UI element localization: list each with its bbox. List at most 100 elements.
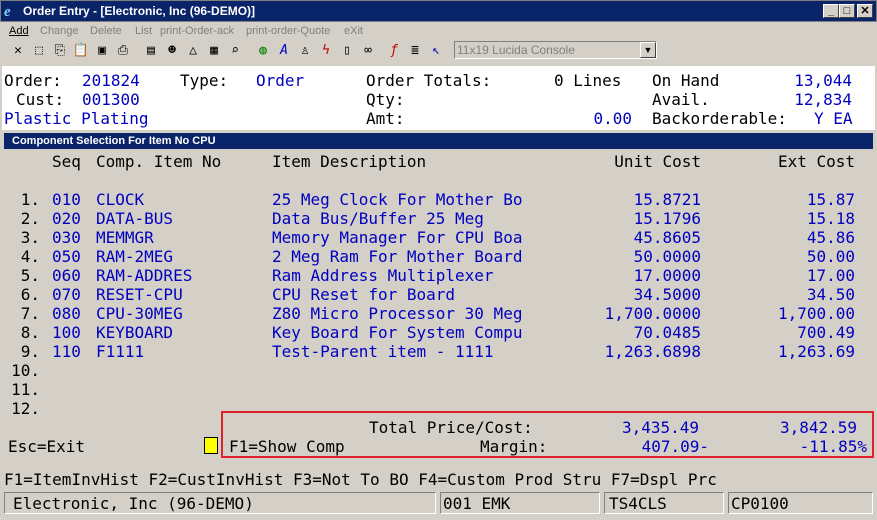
row-ext-cost: 45.86 xyxy=(806,228,855,247)
function-key-bar: F1=ItemInvHist F2=CustInvHist F3=Not To … xyxy=(0,468,877,490)
lightning-icon[interactable]: ϟ xyxy=(316,41,336,61)
row-description: Z80 Micro Processor 30 Meg xyxy=(272,304,523,323)
row-number: 10. xyxy=(11,361,40,380)
row-seq: 020 xyxy=(52,209,81,228)
status-company-pane: Electronic, Inc (96-DEMO) xyxy=(4,492,436,514)
note-icon[interactable]: ▤ xyxy=(141,41,161,61)
status-terminal: TS4CLS xyxy=(609,494,667,513)
customer-name: Plastic Plating xyxy=(4,109,149,128)
row-seq: 070 xyxy=(52,285,81,304)
yellow-indicator xyxy=(204,437,218,454)
row-description: 2 Meg Ram For Mother Board xyxy=(272,247,523,266)
font-icon[interactable]: A xyxy=(274,41,294,61)
row-comp-item: DATA-BUS xyxy=(96,209,174,228)
clipboard-icon[interactable]: ▣ xyxy=(92,41,112,61)
status-terminal-pane: TS4CLS xyxy=(604,492,724,514)
toolbar: ✕ ⬚ ⎘ 📋 ▣ ⎙ ▤ ☻ △ ▦ ⌕ ◍ A ♙ ϟ ▯ ∞ ƒ ≣ ↖ xyxy=(0,40,877,62)
row-number: 9. xyxy=(20,342,40,361)
customer-number[interactable]: 001300 xyxy=(82,90,140,109)
backorderable-value: Y EA xyxy=(814,109,853,128)
row-ext-cost: 700.49 xyxy=(797,323,855,342)
row-ext-cost: 1,263.69 xyxy=(777,342,855,361)
on-hand-value: 13,044 xyxy=(794,71,852,90)
chevron-down-icon[interactable]: ▼ xyxy=(640,42,656,58)
person-icon[interactable]: ♙ xyxy=(295,41,315,61)
menu-print-order-ack[interactable]: print-Order-ack xyxy=(160,25,234,37)
row-comp-item: CLOCK xyxy=(96,190,145,209)
help-pointer-icon[interactable]: ↖ xyxy=(426,41,446,61)
row-ext-cost: 34.50 xyxy=(806,285,855,304)
total-cost: 3,842.59 xyxy=(779,418,857,437)
row-comp-item: RAM-2MEG xyxy=(96,247,174,266)
menu-exit[interactable]: eXit xyxy=(344,25,363,37)
row-comp-item: F1111 xyxy=(96,342,145,361)
menu-delete[interactable]: Delete xyxy=(90,25,122,37)
link-icon[interactable]: ∞ xyxy=(358,41,378,61)
row-number: 7. xyxy=(20,304,40,323)
row-ext-cost: 15.18 xyxy=(806,209,855,228)
copy-icon[interactable]: ⎘ xyxy=(50,41,70,61)
app-logo-icon: e xyxy=(4,4,11,20)
search-icon[interactable]: ⌕ xyxy=(225,41,245,61)
margin-percent: -11.85% xyxy=(799,437,867,456)
row-comp-item: MEMMGR xyxy=(96,228,154,247)
row-unit-cost: 15.1796 xyxy=(633,209,701,228)
order-type[interactable]: Order xyxy=(256,71,304,90)
status-user: 001 EMK xyxy=(443,494,511,513)
minimize-button[interactable]: _ xyxy=(823,4,839,18)
menu-list[interactable]: List xyxy=(135,25,152,37)
total-price-cost-label: Total Price/Cost: xyxy=(369,418,533,437)
function-icon[interactable]: ƒ xyxy=(384,41,404,61)
row-comp-item: CPU-30MEG xyxy=(96,304,183,323)
menu-add[interactable]: Add xyxy=(9,25,29,37)
user-icon[interactable]: ☻ xyxy=(162,41,182,61)
order-number[interactable]: 201824 xyxy=(82,71,140,90)
totals-box: Total Price/Cost: 3,435.49 3,842.59 F1=S… xyxy=(221,411,874,458)
list-icon[interactable]: ≣ xyxy=(405,41,425,61)
status-program: CP0100 xyxy=(731,494,789,513)
warning-icon[interactable]: △ xyxy=(183,41,203,61)
amt-value: 0.00 xyxy=(593,109,632,128)
lines-count: 0 Lines xyxy=(554,71,622,90)
document-icon[interactable]: ▯ xyxy=(337,41,357,61)
row-number: 4. xyxy=(20,247,40,266)
margin-amount: 407.09- xyxy=(641,437,709,456)
menu-print-order-quote[interactable]: print-order-Quote xyxy=(246,25,330,37)
row-description: Key Board For System Compu xyxy=(272,323,523,342)
col-desc-header: Item Description xyxy=(272,152,427,171)
esc-exit-hint: Esc=Exit xyxy=(8,437,86,456)
title-bar: e Order Entry - [Electronic, Inc (96-DEM… xyxy=(0,0,877,22)
close-button[interactable]: ✕ xyxy=(857,4,873,18)
close-x-icon[interactable]: ✕ xyxy=(8,41,28,61)
amt-label: Amt: xyxy=(366,109,405,128)
select-icon[interactable]: ⬚ xyxy=(29,41,49,61)
row-comp-item: RESET-CPU xyxy=(96,285,183,304)
row-description: Memory Manager For CPU Boa xyxy=(272,228,523,247)
row-ext-cost: 17.00 xyxy=(806,266,855,285)
row-comp-item: RAM-ADDRES xyxy=(96,266,193,285)
menu-change[interactable]: Change xyxy=(40,25,79,37)
row-seq: 030 xyxy=(52,228,81,247)
calculator-icon[interactable]: ▦ xyxy=(204,41,224,61)
status-bar: Electronic, Inc (96-DEMO) 001 EMK TS4CLS… xyxy=(0,490,877,520)
order-label: Order: xyxy=(4,71,62,90)
col-seq-header: Seq xyxy=(52,152,81,171)
row-unit-cost: 70.0485 xyxy=(633,323,701,342)
row-description: Ram Address Multiplexer xyxy=(272,266,494,285)
font-selector[interactable]: 11x19 Lucida Console ▼ xyxy=(454,41,657,59)
row-ext-cost: 1,700.00 xyxy=(777,304,855,323)
print-icon[interactable]: ⎙ xyxy=(113,41,133,61)
row-seq: 100 xyxy=(52,323,81,342)
maximize-button[interactable]: □ xyxy=(839,4,855,18)
status-user-pane: 001 EMK xyxy=(440,492,600,514)
row-number: 2. xyxy=(20,209,40,228)
row-seq: 010 xyxy=(52,190,81,209)
function-key-hints: F1=ItemInvHist F2=CustInvHist F3=Not To … xyxy=(4,470,717,489)
paste-icon[interactable]: 📋 xyxy=(71,41,91,61)
row-unit-cost: 1,263.6898 xyxy=(604,342,701,361)
globe-icon[interactable]: ◍ xyxy=(253,41,273,61)
order-header: Order: 201824 Type: Order Order Totals: … xyxy=(2,66,875,130)
f1-show-comp[interactable]: F1=Show Comp xyxy=(229,437,345,456)
row-description: Test-Parent item - 1111 xyxy=(272,342,494,361)
col-comp-header: Comp. Item No xyxy=(96,152,222,171)
